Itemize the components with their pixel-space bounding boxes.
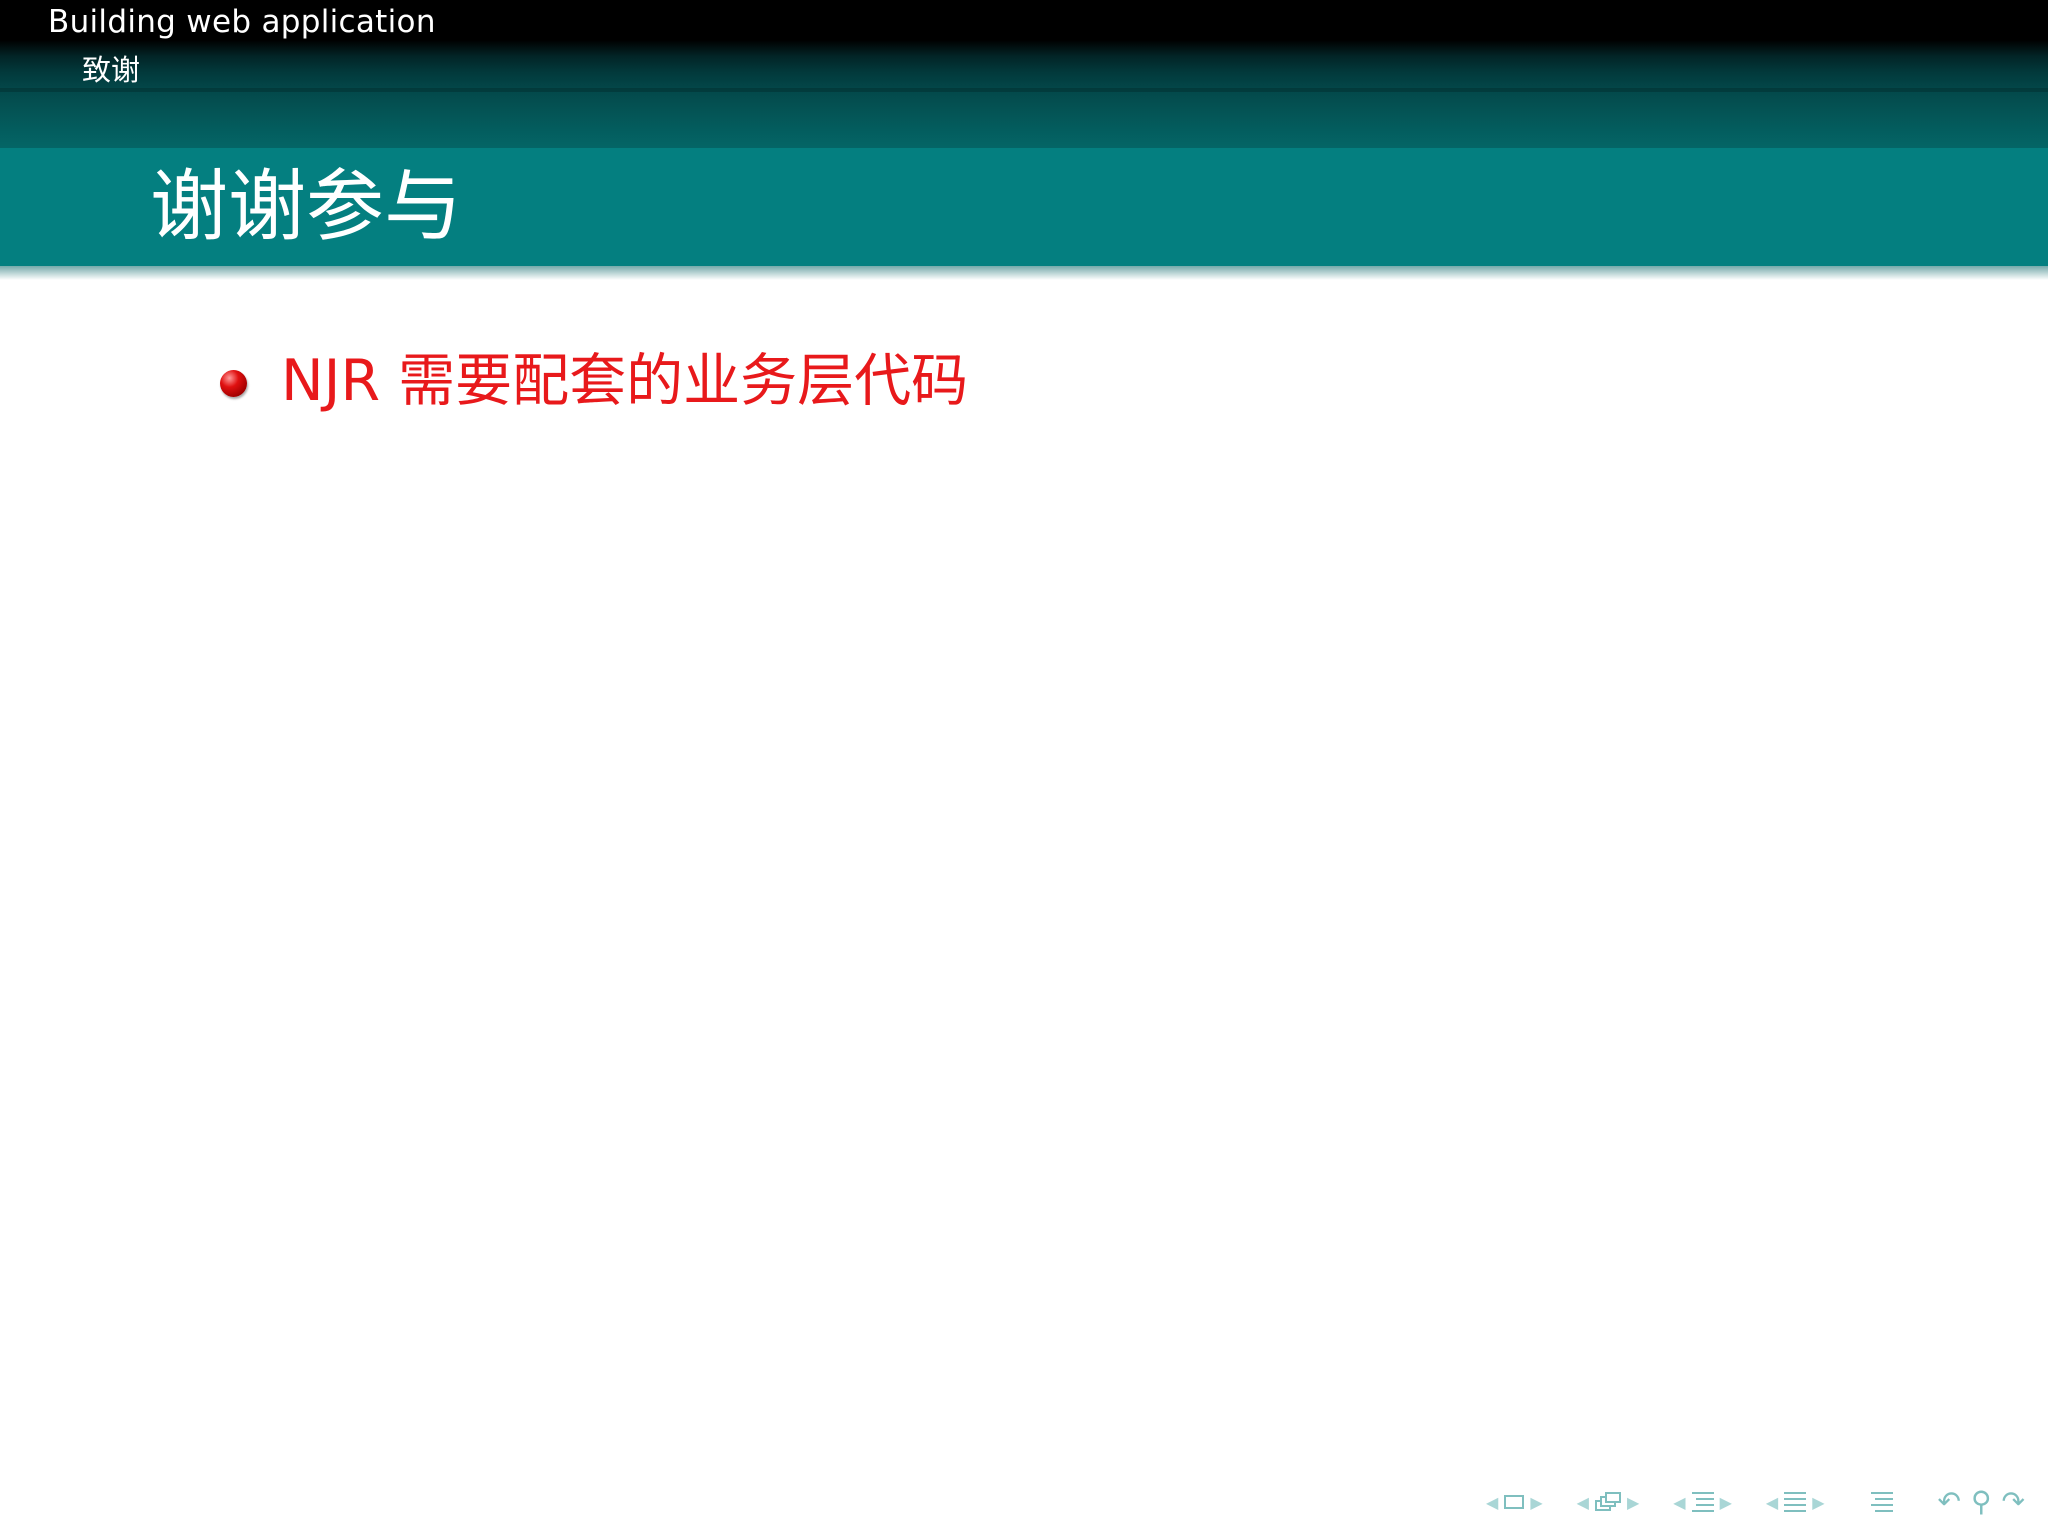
header-bar: Building web application 致谢 [0, 0, 2048, 148]
forward-icon[interactable]: ↷ [2002, 1484, 2025, 1520]
document-icon[interactable] [1870, 1492, 1893, 1512]
slide: Building web application 致谢 谢谢参与 NJR 需要配… [0, 0, 2048, 1536]
slide-nav-group: ◀ ▶ [1571, 1491, 1646, 1513]
back-icon[interactable]: ↶ [1938, 1484, 1961, 1520]
bullet-text: NJR 需要配套的业务层代码 [281, 348, 969, 414]
bullet-list: NJR 需要配套的业务层代码 [220, 340, 968, 422]
next-subsection-arrow-icon[interactable]: ▶ [1720, 1493, 1732, 1512]
prev-frame-arrow-icon[interactable]: ◀ [1486, 1493, 1498, 1512]
slide-stack-icon[interactable] [1594, 1491, 1621, 1513]
navigation-controls: ◀ ▶ ◀ ▶ ◀ ▶ ◀ ▶ ↶ ⚲ ↷ [1458, 1484, 2030, 1520]
prev-section-arrow-icon[interactable]: ◀ [1766, 1493, 1778, 1512]
bullet-ball-icon [220, 369, 247, 397]
subsection-nav-group: ◀ ▶ [1667, 1492, 1738, 1512]
frame-title: 谢谢参与 [150, 162, 463, 252]
document-title[interactable]: Building web application [48, 2, 436, 42]
next-frame-arrow-icon[interactable]: ▶ [1530, 1493, 1542, 1512]
prev-slide-arrow-icon[interactable]: ◀ [1577, 1493, 1589, 1512]
subsection-icon[interactable] [1691, 1492, 1714, 1512]
prev-subsection-arrow-icon[interactable]: ◀ [1673, 1493, 1685, 1512]
section-nav-group: ◀ ▶ [1760, 1492, 1831, 1512]
frame-title-shadow [0, 266, 2048, 280]
next-slide-arrow-icon[interactable]: ▶ [1627, 1493, 1639, 1512]
document-nav-group [1870, 1492, 1893, 1512]
next-section-arrow-icon[interactable]: ▶ [1812, 1493, 1824, 1512]
list-item: NJR 需要配套的业务层代码 [220, 340, 968, 422]
frame-nav-group: ◀ ▶ [1480, 1493, 1549, 1512]
history-nav-group: ↶ ⚲ ↷ [1933, 1484, 2030, 1520]
header-divider [0, 88, 2048, 92]
section-name[interactable]: 致谢 [82, 52, 140, 88]
search-icon[interactable]: ⚲ [1971, 1484, 1992, 1520]
section-icon[interactable] [1784, 1492, 1807, 1512]
frame-icon[interactable] [1504, 1495, 1525, 1509]
